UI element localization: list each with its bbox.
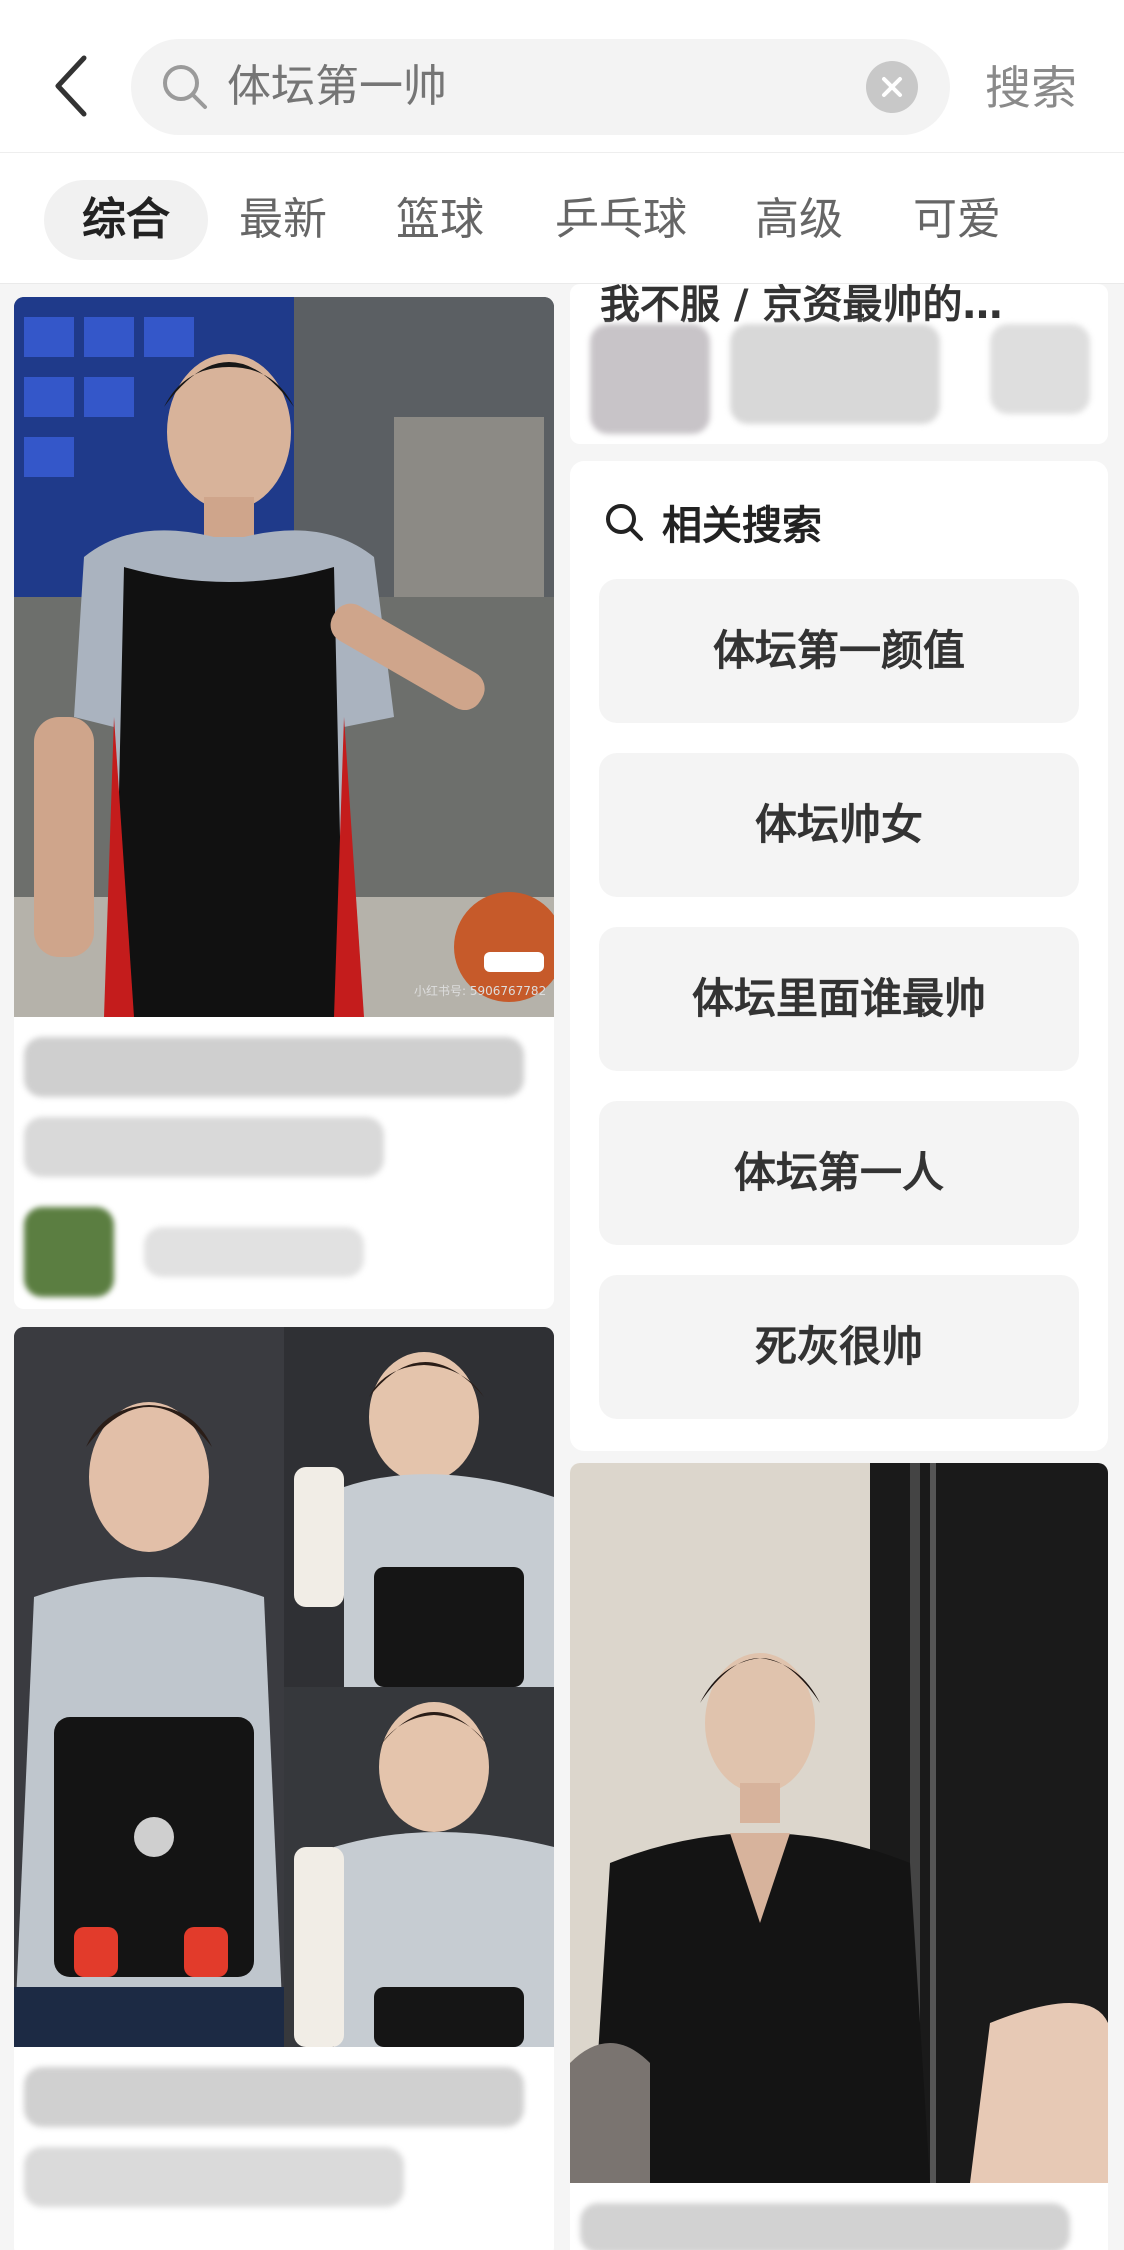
blurred-title [24,1037,524,1097]
search-box[interactable] [131,39,950,135]
blurred-like-count [990,324,1090,414]
tab-cute[interactable]: 可爱 [913,180,1001,260]
related-search-item[interactable]: 体坛第一颜值 [599,579,1079,723]
note-card[interactable] [14,1327,554,2250]
related-search-item[interactable]: 体坛第一人 [599,1101,1079,1245]
tab-table-tennis[interactable]: 乒乓球 [555,180,687,260]
related-searches-title: 相关搜索 [604,493,822,551]
blurred-author [730,324,940,424]
collage-photo [14,1327,554,2047]
tab-premium[interactable]: 高级 [755,180,843,260]
related-search-item[interactable]: 体坛里面谁最帅 [599,927,1079,1071]
filter-tabs: 综合 最新 篮球 乒乓球 高级 可爱 [0,152,1124,284]
search-icon [606,504,643,541]
search-input[interactable] [227,39,847,135]
basketball-player-photo: 小红书号: 5906767782 [14,297,554,1017]
clear-search-button[interactable] [866,61,918,113]
search-header: 搜索 [0,0,1124,152]
note-cover-image: 小红书号: 5906767782 [14,297,554,1017]
watermark-text: 小红书号: 5906767782 [414,983,546,998]
related-search-item[interactable]: 死灰很帅 [599,1275,1079,1419]
blurred-title [24,1117,384,1177]
studio-portrait-photo [570,1463,1108,2183]
note-card[interactable]: 小红书号: 5906767782 [14,297,554,1309]
back-button[interactable] [40,46,100,126]
blurred-author [144,1227,364,1277]
blurred-title [580,2203,1070,2250]
blurred-title [24,2147,404,2207]
blurred-title [24,2067,524,2127]
close-icon [882,77,902,97]
note-cover-image [570,1463,1108,2183]
blurred-avatar [590,324,710,434]
related-searches-panel: 相关搜索 体坛第一颜值 体坛帅女 体坛里面谁最帅 体坛第一人 死灰很帅 [570,461,1108,1451]
chevron-left-icon [55,55,87,117]
blurred-avatar [24,1207,114,1297]
note-card[interactable]: 我不服 / 京资最帅的… [570,284,1108,444]
note-card[interactable] [570,1463,1108,2250]
tab-latest[interactable]: 最新 [239,180,327,260]
note-cover-image [14,1327,554,2047]
search-submit-button[interactable]: 搜索 [985,40,1077,136]
app-root: 搜索 综合 最新 篮球 乒乓球 高级 可爱 [0,0,1124,2250]
search-icon [163,65,207,109]
tab-comprehensive[interactable]: 综合 [44,180,208,260]
related-search-item[interactable]: 体坛帅女 [599,753,1079,897]
related-searches-label: 相关搜索 [662,503,822,549]
tab-basketball[interactable]: 篮球 [396,180,484,260]
